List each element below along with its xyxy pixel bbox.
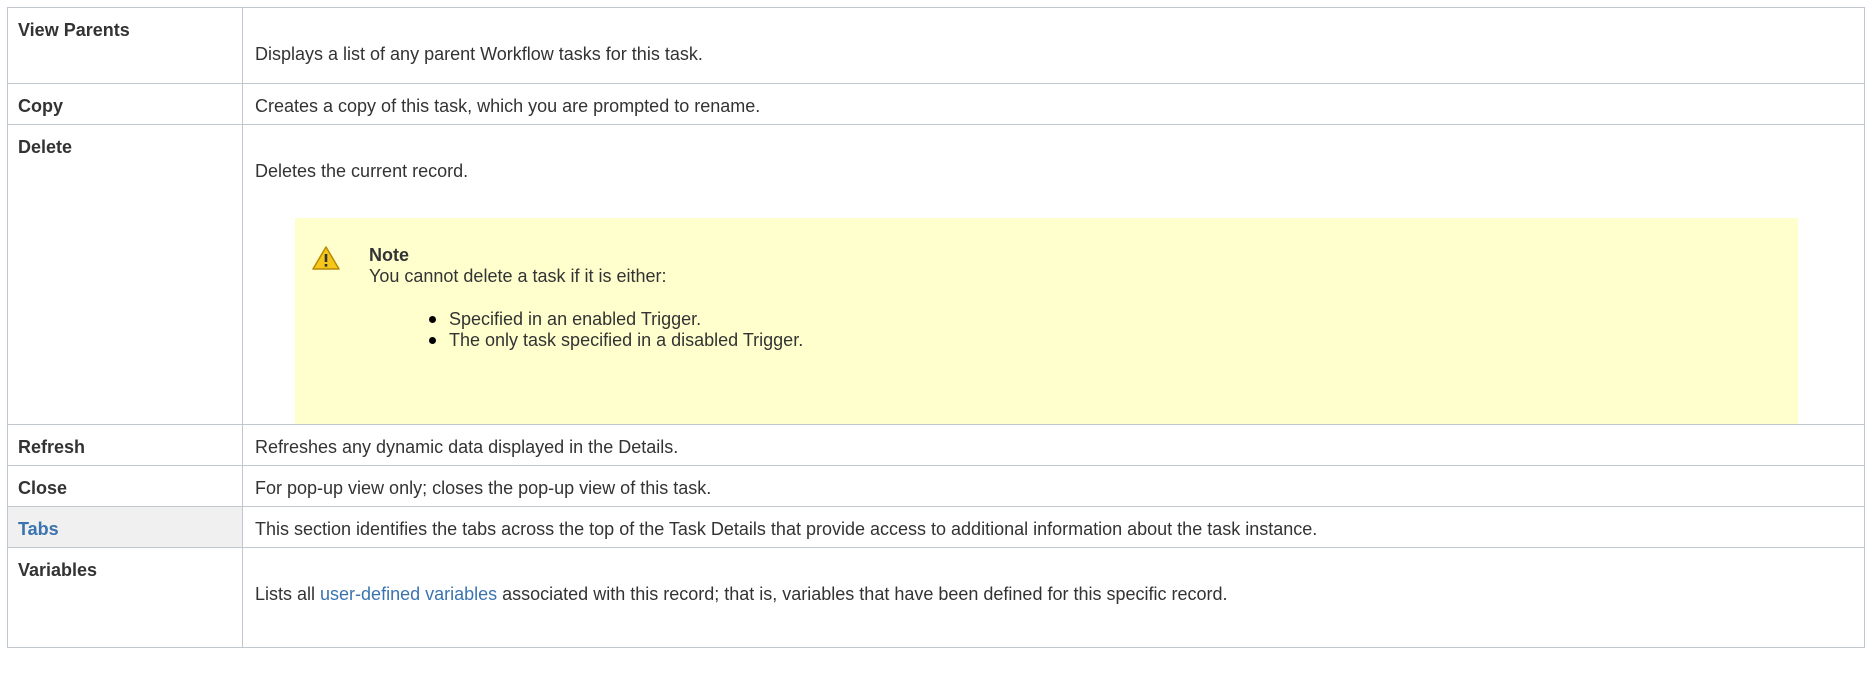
row-value: Deletes the current record. Note You can…: [242, 124, 1865, 425]
note-box: Note You cannot delete a task if it is e…: [295, 218, 1798, 424]
row-description: Deletes the current record.: [255, 161, 469, 181]
table-row: Refresh Refreshes any dynamic data displ…: [7, 424, 1865, 466]
section-header-tabs: Tabs: [7, 506, 243, 548]
table-row: Delete Deletes the current record. Note …: [7, 124, 1865, 425]
row-value: Displays a list of any parent Workflow t…: [242, 7, 1865, 84]
row-value: Lists all user-defined variables associa…: [242, 547, 1865, 648]
table-row: Copy Creates a copy of this task, which …: [7, 83, 1865, 125]
warning-icon: [312, 246, 340, 270]
row-description: Lists all user-defined variables associa…: [255, 560, 1852, 605]
row-key-close: Close: [7, 465, 243, 507]
note-list: Specified in an enabled Trigger. The onl…: [429, 309, 1778, 351]
table-row: View Parents Displays a list of any pare…: [7, 7, 1865, 84]
bullet-icon: [429, 316, 436, 323]
row-key-refresh: Refresh: [7, 424, 243, 466]
row-key-copy: Copy: [7, 83, 243, 125]
row-description: This section identifies the tabs across …: [242, 506, 1865, 548]
description-text: Lists all: [255, 584, 321, 604]
list-item-text: Specified in an enabled Trigger.: [449, 309, 702, 329]
row-key-delete: Delete: [7, 124, 243, 425]
row-description: Refreshes any dynamic data displayed in …: [242, 424, 1865, 466]
note-body: Note You cannot delete a task if it is e…: [369, 245, 1778, 351]
description-text: associated with this record; that is, va…: [497, 584, 1228, 604]
list-item: Specified in an enabled Trigger.: [429, 309, 1778, 330]
table-row: Tabs This section identifies the tabs ac…: [7, 506, 1865, 548]
note-title: Note: [369, 245, 409, 265]
user-defined-variables-link[interactable]: user-defined variables: [320, 584, 497, 604]
row-key-variables: Variables: [7, 547, 243, 648]
bullet-icon: [429, 337, 436, 344]
list-item-text: The only task specified in a disabled Tr…: [449, 330, 804, 350]
table-row: Close For pop-up view only; closes the p…: [7, 465, 1865, 507]
note-text: You cannot delete a task if it is either…: [369, 266, 667, 286]
row-description: Displays a list of any parent Workflow t…: [255, 44, 703, 64]
row-key-view-parents: View Parents: [7, 7, 243, 84]
list-item: The only task specified in a disabled Tr…: [429, 330, 1778, 351]
table-row: Variables Lists all user-defined variabl…: [7, 547, 1865, 648]
row-description: Creates a copy of this task, which you a…: [242, 83, 1865, 125]
row-description: For pop-up view only; closes the pop-up …: [242, 465, 1865, 507]
options-table: View Parents Displays a list of any pare…: [7, 7, 1865, 648]
section-title-tabs[interactable]: Tabs: [18, 519, 59, 539]
